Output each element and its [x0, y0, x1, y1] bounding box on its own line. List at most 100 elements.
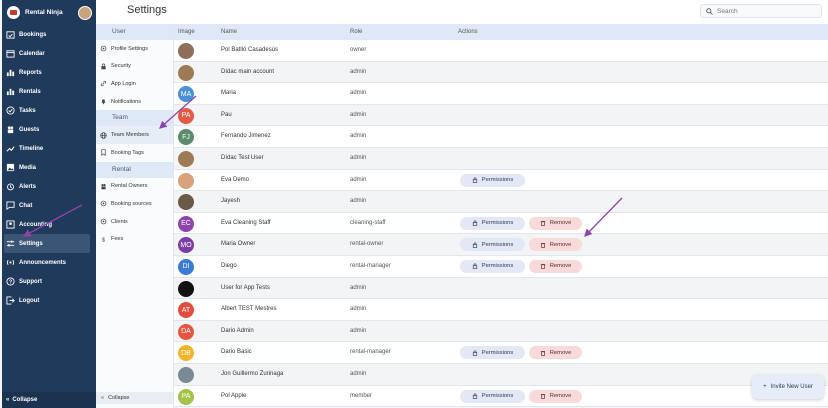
column-header-actions: Actions — [458, 29, 478, 35]
settings-item-booking-tags[interactable]: Booking Tags — [96, 144, 173, 162]
settings-item-notifications[interactable]: Notifications — [96, 93, 173, 111]
nav-item-support[interactable]: ? Support — [2, 272, 96, 291]
permissions-button[interactable]: Permissions — [460, 238, 525, 252]
lock-icon — [100, 63, 107, 70]
trend-line-icon — [6, 144, 15, 153]
remove-button[interactable]: Remove — [529, 259, 582, 273]
nav-collapse-button[interactable]: « Collapse — [2, 392, 96, 408]
check-circle-icon — [6, 106, 15, 115]
remove-label: Remove — [549, 220, 572, 227]
nav-item-logout[interactable]: Logout — [2, 291, 96, 310]
settings-item-app-login[interactable]: App Login — [96, 75, 173, 93]
member-name: Pol Apple — [221, 392, 247, 399]
nav-item-label: Guests — [19, 126, 40, 133]
settings-item-label: Booking sources — [111, 200, 152, 207]
table-row: Jayesh admin — [174, 191, 828, 213]
permissions-label: Permissions — [481, 241, 514, 248]
nav-item-accounting[interactable]: Accounting — [2, 215, 96, 234]
permissions-button[interactable]: Permissions — [460, 216, 525, 230]
app-window: Rental Ninja Bookings Calendar Reports Rent… — [0, 0, 828, 408]
table-row: DA Dario Admin admin — [174, 320, 828, 343]
nav-item-alerts[interactable]: Alerts — [2, 177, 96, 196]
member-name: Jayesh — [221, 198, 241, 205]
avatar — [178, 366, 194, 383]
nav-item-label: Alerts — [19, 183, 37, 190]
member-role: owner — [350, 47, 367, 53]
remove-button[interactable]: Remove — [529, 238, 582, 252]
nav-collapse-label: Collapse — [12, 397, 38, 403]
settings-item-booking-sources[interactable]: Booking sources — [96, 195, 173, 213]
remove-button[interactable]: Remove — [529, 346, 582, 360]
settings-item-fees[interactable]: $ Fees — [96, 230, 173, 248]
permissions-button[interactable]: Permissions — [460, 389, 525, 403]
nav-item-bookings[interactable]: Bookings — [2, 25, 96, 44]
member-role: admin — [350, 133, 367, 140]
question-icon: ? — [6, 277, 15, 286]
sub-collapse-button[interactable]: « Collapse — [96, 392, 173, 404]
alarm-icon — [6, 182, 15, 191]
settings-icon — [100, 45, 107, 52]
table-row: MA Maria admin — [174, 83, 828, 105]
remove-button[interactable]: Remove — [529, 389, 582, 403]
member-role: admin — [350, 68, 367, 75]
table-row: MO Maria Owner rental-owner Permissions Remo… — [174, 234, 828, 256]
avatar: DA — [178, 323, 194, 340]
avatar: PA — [178, 388, 194, 405]
logout-icon — [6, 296, 15, 305]
sliders-icon — [6, 239, 15, 248]
settings-item-label: Fees — [111, 236, 124, 243]
nav-item-chat[interactable]: Chat — [2, 196, 96, 215]
user-settings-list: Profile Settings Security App Login Notific… — [96, 40, 173, 110]
link-icon — [100, 80, 107, 87]
nav-item-rentals[interactable]: Rentals — [2, 82, 96, 101]
search-icon — [706, 7, 713, 15]
member-role: rental-manager — [350, 349, 391, 356]
search-input[interactable] — [717, 7, 817, 15]
permissions-button[interactable]: Permissions — [460, 346, 525, 360]
nav-item-tasks[interactable]: Tasks — [2, 101, 96, 120]
user-avatar[interactable] — [78, 6, 92, 20]
settings-item-security[interactable]: Security — [96, 58, 173, 76]
nav-menu: Bookings Calendar Reports Rentals Tasks Guest… — [2, 25, 96, 310]
lock-icon — [472, 220, 478, 226]
avatar — [178, 150, 194, 167]
member-name: Jon Guillermo Zurinaga — [221, 370, 284, 377]
nav-item-reports[interactable]: Reports — [2, 63, 96, 82]
trash-icon — [540, 393, 546, 399]
nav-item-announcements[interactable]: Announcements — [2, 253, 96, 272]
settings-item-rental-owners[interactable]: Rental Owners — [96, 178, 173, 196]
svg-text:$: $ — [102, 237, 106, 242]
member-name: Maria Owner — [221, 241, 256, 248]
team-members-table: Image Name Role Actions Pol Batlló Casad… — [174, 24, 828, 408]
member-name: Dídac Test User — [221, 154, 264, 161]
permissions-button[interactable]: Permissions — [460, 173, 525, 187]
member-name: Albert TEST Mestres — [221, 306, 277, 313]
nav-item-label: Media — [19, 164, 37, 171]
table-row: Pol Batlló Casadesús owner — [174, 40, 828, 62]
table-row: Dídac main account admin — [174, 61, 828, 84]
nav-item-guests[interactable]: Guests — [2, 120, 96, 139]
settings-sidebar: User Profile Settings Security App Login No… — [96, 24, 174, 408]
nav-item-label: Chat — [19, 202, 33, 209]
settings-item-team-members[interactable]: Team Members — [96, 126, 173, 144]
invite-new-user-button[interactable]: + Invite New User — [752, 375, 824, 399]
settings-item-clients[interactable]: Clients — [96, 213, 173, 231]
search-box[interactable] — [700, 4, 822, 18]
remove-button[interactable]: Remove — [529, 216, 582, 230]
nav-item-label: Support — [19, 278, 42, 285]
avatar: AT — [178, 302, 194, 319]
nav-item-settings[interactable]: Settings — [4, 234, 90, 253]
permissions-button[interactable]: Permissions — [460, 259, 525, 273]
table-row: DB Dario Basic rental-manager Permissions Re… — [174, 342, 828, 364]
table-row: Jon Guillermo Zurinaga admin — [174, 363, 828, 386]
nav-item-timeline[interactable]: Timeline — [2, 139, 96, 158]
member-role: admin — [350, 111, 367, 118]
rental-settings-list: Rental Owners Booking sources Clients $ Fees — [96, 178, 173, 248]
settings-item-profile-settings[interactable]: Profile Settings — [96, 40, 173, 58]
nav-item-media[interactable]: Media — [2, 158, 96, 177]
nav-item-calendar[interactable]: Calendar — [2, 44, 96, 63]
settings-item-label: Booking Tags — [111, 149, 144, 156]
member-role: admin — [350, 327, 367, 334]
member-name: Fernando Jimenez — [221, 133, 271, 140]
trash-icon — [540, 350, 546, 356]
